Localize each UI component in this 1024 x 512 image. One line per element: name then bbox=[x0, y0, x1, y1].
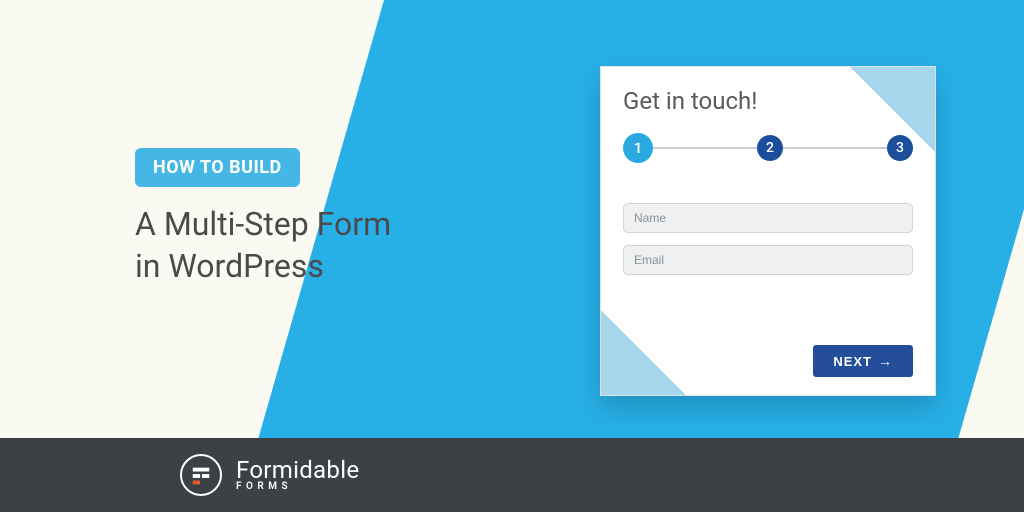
next-button[interactable]: NEXT → bbox=[813, 345, 913, 377]
arrow-right-icon: → bbox=[878, 353, 893, 369]
step-connector bbox=[783, 147, 887, 149]
next-button-label: NEXT bbox=[833, 354, 872, 369]
email-field[interactable] bbox=[623, 245, 913, 275]
brand-wordmark: Formidable FORMS bbox=[236, 458, 359, 492]
headline: A Multi-Step Form in WordPress bbox=[135, 204, 391, 287]
card-title: Get in touch! bbox=[623, 87, 913, 115]
name-field[interactable] bbox=[623, 203, 913, 233]
step-indicator-1[interactable]: 1 bbox=[623, 133, 653, 163]
headline-line-2: in WordPress bbox=[135, 246, 391, 288]
promo-canvas: HOW TO BUILD A Multi-Step Form in WordPr… bbox=[0, 0, 1024, 512]
step-indicator-3[interactable]: 3 bbox=[887, 135, 913, 161]
form-card: Get in touch! 1 2 3 NEXT → bbox=[600, 66, 936, 396]
brand-footer: Formidable FORMS bbox=[0, 438, 1024, 512]
headline-line-1: A Multi-Step Form bbox=[135, 204, 391, 246]
step-indicator-2[interactable]: 2 bbox=[757, 135, 783, 161]
step-connector bbox=[653, 147, 757, 149]
step-progress: 1 2 3 bbox=[623, 133, 913, 163]
category-pill: HOW TO BUILD bbox=[135, 148, 300, 187]
brand-logo-icon bbox=[180, 454, 222, 496]
brand-name: Formidable bbox=[236, 458, 359, 482]
